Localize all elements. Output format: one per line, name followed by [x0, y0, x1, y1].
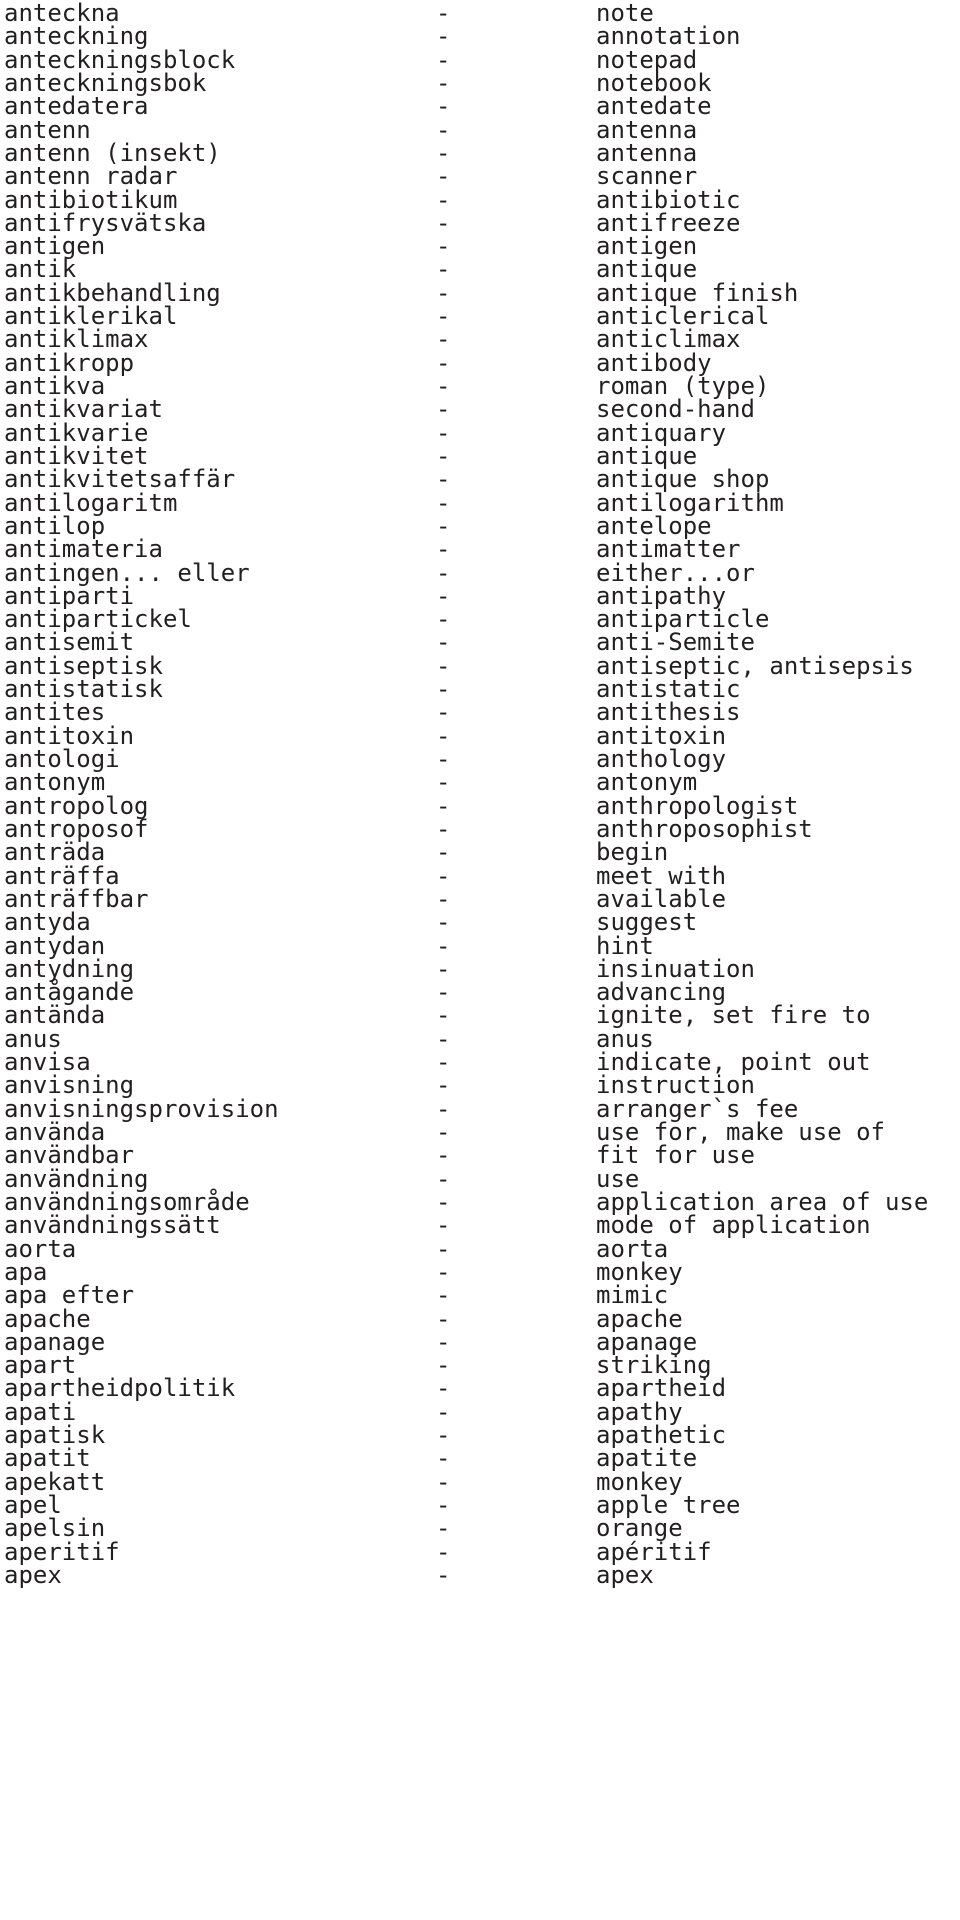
- dictionary-entry-list: anteckna - note anteckning - annotation anteck…: [4, 1, 956, 1589]
- dictionary-entry: antydning - insinuation: [4, 957, 956, 981]
- dictionary-entry: apex - apex: [4, 1560, 956, 1589]
- dictionary-entry: apatisk - apathetic: [4, 1423, 956, 1447]
- entry-separator-dash: -: [436, 162, 451, 191]
- dictionary-entry: antifrysvätska - antifreeze: [4, 211, 956, 235]
- entry-term: antyda: [4, 908, 91, 937]
- dictionary-entry: anvisa - indicate, point out: [4, 1050, 956, 1074]
- dictionary-entry: apache - apache: [4, 1306, 956, 1331]
- dictionary-entry: antitoxin - antitoxin: [4, 724, 956, 748]
- dictionary-entry: antikropp - antibody: [4, 351, 956, 375]
- entry-gloss: suggest: [596, 908, 698, 937]
- dictionary-entry: apatit - apatite: [4, 1446, 956, 1470]
- dictionary-entry: antingen... eller - either...or: [4, 560, 956, 585]
- dictionary-entry: apelsin - orange: [4, 1516, 956, 1540]
- dictionary-entry: antydan - hint: [4, 933, 956, 958]
- dictionary-entry: apel - apple tree: [4, 1493, 956, 1517]
- dictionary-entry: antyda - suggest: [4, 908, 956, 937]
- dictionary-entry: antites - antithesis: [4, 700, 956, 724]
- entry-separator-dash: -: [436, 1560, 451, 1589]
- dictionary-entry: anträda - begin: [4, 840, 956, 864]
- dictionary-entry: antiklimax - anticlimax: [4, 327, 956, 351]
- dictionary-entry: använda - use for, make use of: [4, 1120, 956, 1144]
- dictionary-entry: antigen - antigen: [4, 234, 956, 258]
- entry-term: apa efter: [4, 1281, 135, 1310]
- dictionary-entry: antilogaritm - antilogarithm: [4, 490, 956, 515]
- dictionary-entry: apa - monkey: [4, 1260, 956, 1284]
- dictionary-entry: antologi - anthology: [4, 747, 956, 771]
- dictionary-entry: aperitif - apéritif: [4, 1539, 956, 1564]
- dictionary-page: anteckna - note anteckning - annotation anteck…: [0, 0, 960, 1920]
- dictionary-entry: aorta - aorta: [4, 1236, 956, 1261]
- entry-term: antenn radar: [4, 162, 178, 191]
- entry-term: antimateria: [4, 535, 163, 564]
- dictionary-entry: apati - apathy: [4, 1400, 956, 1424]
- dictionary-entry: antedatera - antedate: [4, 94, 956, 118]
- entry-separator-dash: -: [436, 535, 451, 564]
- dictionary-entry: antroposof - anthroposophist: [4, 817, 956, 841]
- dictionary-entry: anträffbar - available: [4, 887, 956, 911]
- entry-gloss: apex: [596, 1560, 654, 1589]
- entry-gloss: antimatter: [596, 535, 741, 564]
- dictionary-entry: apekatt - monkey: [4, 1470, 956, 1494]
- entry-separator-dash: -: [436, 1281, 451, 1310]
- dictionary-entry: apa efter - mimic: [4, 1281, 956, 1310]
- dictionary-entry: apartheidpolitik - apartheid: [4, 1376, 956, 1400]
- dictionary-entry: antistatisk - antistatic: [4, 677, 956, 701]
- entry-term: apex: [4, 1560, 62, 1589]
- dictionary-entry: antimateria - antimatter: [4, 535, 956, 564]
- dictionary-entry: antända - ignite, set fire to: [4, 1003, 956, 1027]
- entry-gloss: scanner: [596, 162, 698, 191]
- dictionary-entry: antenn radar - scanner: [4, 162, 956, 191]
- dictionary-entry: apanage - apanage: [4, 1330, 956, 1354]
- dictionary-entry: antipartickel - antiparticle: [4, 607, 956, 631]
- entry-separator-dash: -: [436, 908, 451, 937]
- entry-gloss: mimic: [596, 1281, 669, 1310]
- dictionary-entry: användningssätt - mode of application: [4, 1213, 956, 1237]
